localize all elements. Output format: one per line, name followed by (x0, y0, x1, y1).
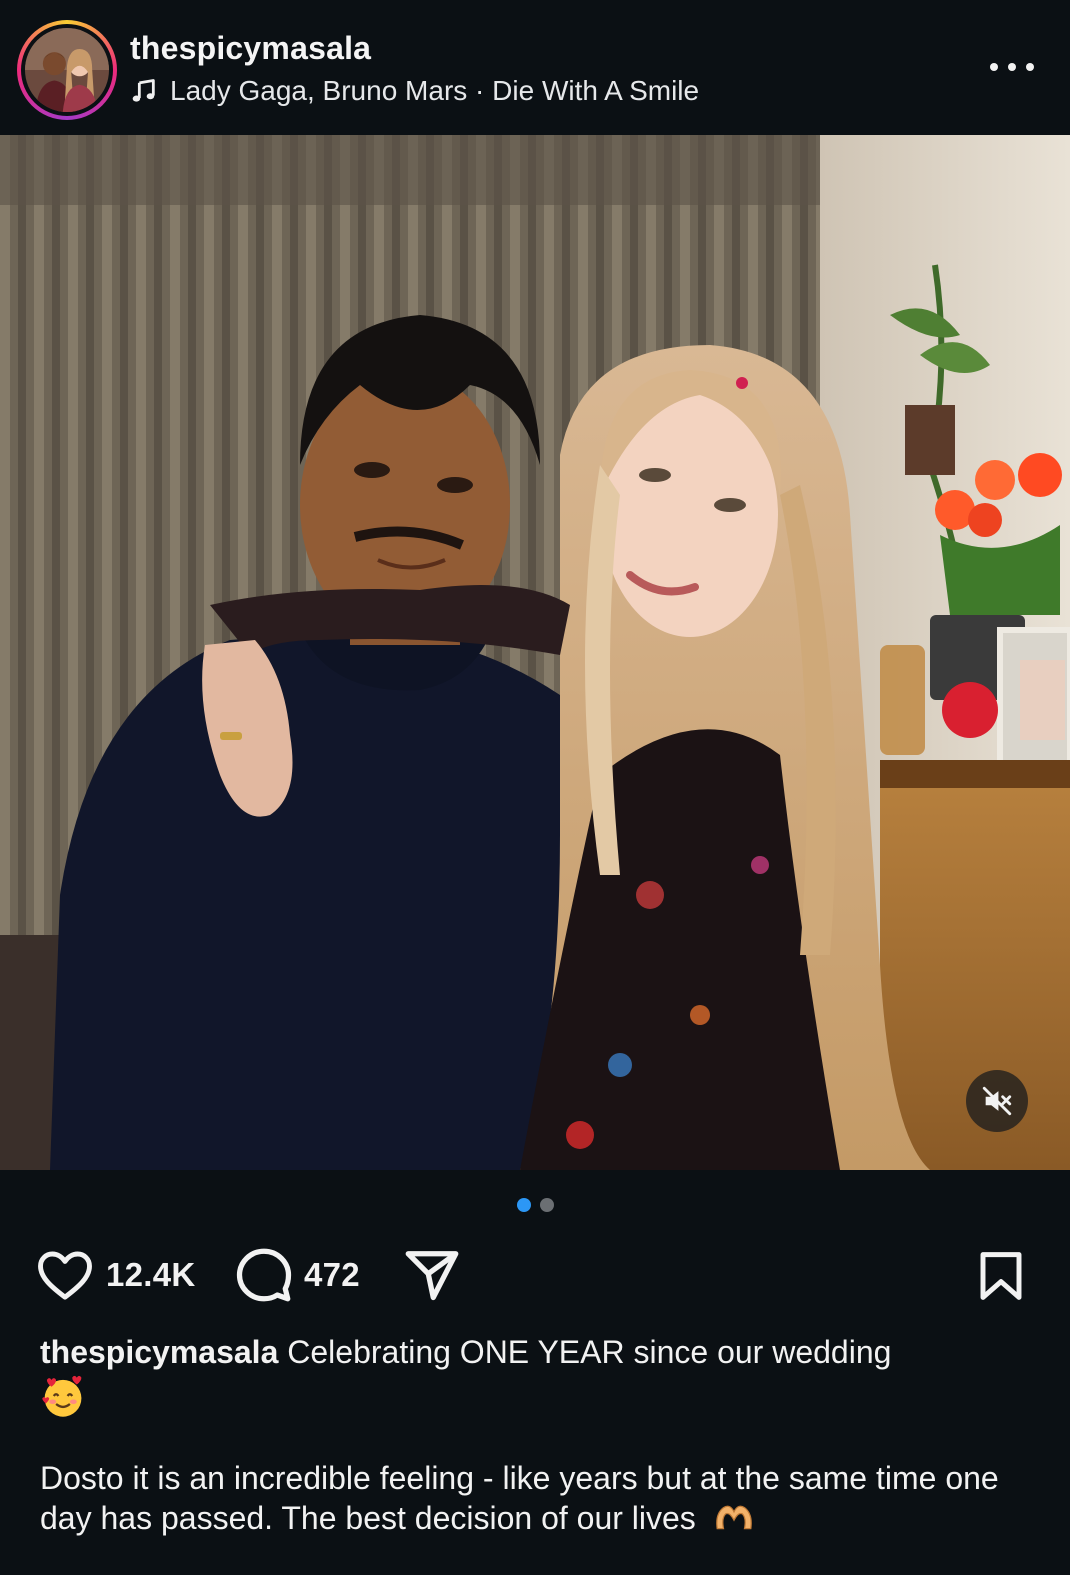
carousel-dot (539, 1198, 554, 1212)
post-header: thespicymasala Lady Gaga, Bruno Mars · D… (0, 0, 1070, 135)
bookmark-icon (980, 1252, 1022, 1300)
music-label: Lady Gaga, Bruno Mars · Die With A Smile (170, 75, 700, 106)
caption-username[interactable]: thespicymasala (40, 1334, 278, 1370)
comment-icon (236, 1248, 292, 1302)
post-media[interactable] (0, 135, 1070, 1170)
caption-first-line: thespicymasala Celebrating ONE YEAR sinc… (40, 1332, 1030, 1372)
heart-icon (38, 1251, 92, 1300)
post-photo (0, 135, 1070, 1170)
share-action[interactable] (401, 1240, 463, 1310)
caption-body: Dosto it is an incredible feeling - like… (40, 1458, 1030, 1538)
carousel-indicator (0, 1198, 1070, 1214)
share-icon (405, 1251, 459, 1301)
post-actions: 12.4K 472 (0, 1240, 1070, 1310)
post-username[interactable]: thespicymasala (130, 30, 371, 67)
post-caption: thespicymasala Celebrating ONE YEAR sinc… (40, 1332, 1030, 1538)
carousel-dot-active (516, 1198, 531, 1212)
mute-button[interactable] (966, 1070, 1028, 1132)
like-count: 12.4K (106, 1256, 196, 1293)
instagram-post: thespicymasala Lady Gaga, Bruno Mars · D… (0, 0, 1070, 1575)
like-action[interactable]: 12.4K (34, 1240, 196, 1310)
avatar-photo (25, 28, 109, 112)
music-attribution[interactable]: Lady Gaga, Bruno Mars · Die With A Smile (130, 74, 699, 108)
speaker-muted-icon (982, 1086, 1012, 1116)
music-note-icon (132, 79, 155, 102)
heart-hands-icon (715, 1505, 752, 1530)
avatar[interactable] (17, 20, 117, 120)
save-button[interactable] (974, 1248, 1028, 1309)
more-options-icon[interactable] (990, 55, 1034, 79)
comment-action[interactable]: 472 (234, 1240, 360, 1310)
smiling-face-with-hearts-icon (42, 1375, 82, 1417)
caption-text: Celebrating ONE YEAR since our wedding (287, 1334, 892, 1370)
caption-body-text: Dosto it is an incredible feeling - like… (40, 1460, 999, 1536)
comment-count: 472 (304, 1256, 360, 1293)
